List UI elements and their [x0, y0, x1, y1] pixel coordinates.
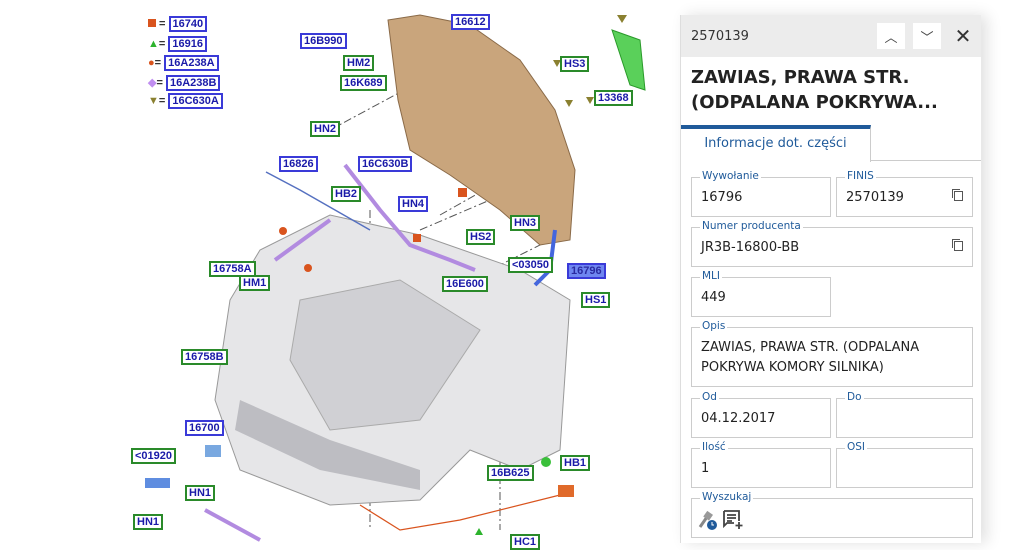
field-label: OSI — [845, 441, 868, 453]
field-value: 16796 — [701, 190, 743, 205]
copy-icon[interactable] — [951, 188, 964, 202]
callout-label[interactable]: HN1 — [185, 485, 216, 501]
previous-button[interactable]: ︿ — [877, 23, 905, 49]
legend-code[interactable]: 16740 — [168, 16, 208, 32]
callout-label[interactable]: 16B625 — [487, 465, 534, 481]
callout-label-selected[interactable]: 16796 — [567, 263, 606, 279]
triangle-icon: ▲ — [148, 38, 159, 50]
legend-item: ▲= 16916 — [148, 36, 207, 52]
legend-code[interactable]: 16A238B — [165, 75, 221, 91]
manufacturer-number-field: Numer producenta JR3B-16800-BB — [691, 220, 973, 267]
callout-label[interactable]: HC1 — [510, 534, 541, 550]
legend-item: ◆= 16A238B — [148, 75, 221, 91]
mli-field: MLI 449 — [691, 270, 831, 317]
callout-label[interactable]: 16758B — [181, 349, 228, 365]
field-label: Numer producenta — [700, 220, 803, 232]
field-value: ZAWIAS, PRAWA STR. (ODPALANA POKRYWA KOM… — [701, 340, 920, 375]
field-label: Ilość — [700, 441, 728, 453]
field-label: MLI — [700, 270, 723, 282]
field-value: 04.12.2017 — [701, 411, 776, 426]
callout-label[interactable]: 16E600 — [442, 276, 488, 292]
callout-label[interactable]: HN2 — [310, 121, 341, 137]
field-value: 2570139 — [846, 190, 904, 205]
legend-code[interactable]: 16A238A — [164, 55, 219, 71]
callout-label[interactable]: 16612 — [451, 14, 490, 30]
callout-label[interactable]: HM1 — [239, 275, 271, 291]
diamond-icon: ◆ — [148, 77, 157, 89]
triangle-down-icon: ▼ — [148, 95, 159, 107]
tab-part-info[interactable]: Informacje dot. części — [681, 125, 871, 162]
chevron-down-icon: ﹀ — [920, 30, 934, 46]
callout-label[interactable]: 16700 — [185, 420, 224, 436]
description-field: Opis ZAWIAS, PRAWA STR. (ODPALANA POKRYWA… — [691, 320, 973, 387]
legend-code[interactable]: 16C630A — [168, 93, 223, 109]
tab-bar: Informacje dot. części — [681, 125, 981, 162]
legend-item: ●= 16A238A — [148, 55, 219, 71]
part-history-icon[interactable] — [697, 509, 719, 531]
callout-label[interactable]: HB1 — [560, 455, 591, 471]
close-icon: ✕ — [954, 24, 972, 48]
callout-label[interactable]: 16826 — [279, 156, 318, 172]
callout-label[interactable]: 13368 — [594, 90, 633, 106]
field-value: 449 — [701, 290, 726, 305]
next-button[interactable]: ﹀ — [913, 23, 941, 49]
panel-header: 2570139 ︿ ﹀ ✕ — [681, 15, 981, 57]
field-label: Opis — [700, 320, 728, 332]
legend-item: ▼= 16C630A — [148, 93, 223, 109]
part-id: 2570139 — [691, 28, 749, 44]
add-note-icon[interactable] — [722, 509, 744, 531]
callout-label[interactable]: 16K689 — [340, 75, 387, 91]
circle-icon: ● — [148, 57, 155, 69]
part-details-panel: 2570139 ︿ ﹀ ✕ ZAWIAS, PRAWA STR. (ODPALA… — [680, 15, 981, 543]
finis-field: FINIS 2570139 — [836, 170, 973, 217]
callout-label[interactable]: HN4 — [398, 196, 429, 212]
callout-label[interactable]: 16B990 — [300, 33, 347, 49]
field-label: Od — [700, 391, 719, 403]
callout-label[interactable]: <03050 — [508, 257, 554, 273]
callout-label[interactable]: HS2 — [466, 229, 496, 245]
field-label: Do — [845, 391, 864, 403]
to-date-field: Do — [836, 391, 973, 438]
wywolanie-field: Wywołanie 16796 — [691, 170, 831, 217]
callout-label[interactable]: <01920 — [131, 448, 177, 464]
field-label: Wyszukaj — [700, 491, 754, 503]
square-icon — [148, 19, 156, 27]
callout-label[interactable]: HS1 — [581, 292, 611, 308]
chevron-up-icon: ︿ — [884, 30, 898, 46]
copy-icon[interactable] — [951, 238, 964, 252]
from-date-field: Od 04.12.2017 — [691, 391, 831, 438]
close-button[interactable]: ✕ — [949, 23, 977, 49]
field-value: JR3B-16800-BB — [701, 240, 800, 255]
osi-field: OSI — [836, 441, 973, 488]
legend-code[interactable]: 16916 — [168, 36, 207, 52]
callout-label[interactable]: HM2 — [343, 55, 375, 71]
callout-label[interactable]: HN1 — [133, 514, 164, 530]
part-title: ZAWIAS, PRAWA STR. (ODPALANA POKRYWA... — [691, 67, 938, 113]
quantity-field: Ilość 1 — [691, 441, 831, 488]
search-field: Wyszukaj — [691, 491, 973, 538]
parts-diagram[interactable]: = 16740 ▲= 16916 ●= 16A238A ◆= 16A238B ▼… — [0, 0, 680, 550]
callout-label[interactable]: HN3 — [510, 215, 541, 231]
field-label: Wywołanie — [700, 170, 761, 182]
callout-label[interactable]: HB2 — [331, 186, 362, 202]
callout-label[interactable]: 16C630B — [358, 156, 413, 172]
field-value: 1 — [701, 461, 710, 476]
legend-item: = 16740 — [148, 16, 208, 32]
field-label: FINIS — [845, 170, 876, 182]
callout-label[interactable]: HS3 — [560, 56, 590, 72]
